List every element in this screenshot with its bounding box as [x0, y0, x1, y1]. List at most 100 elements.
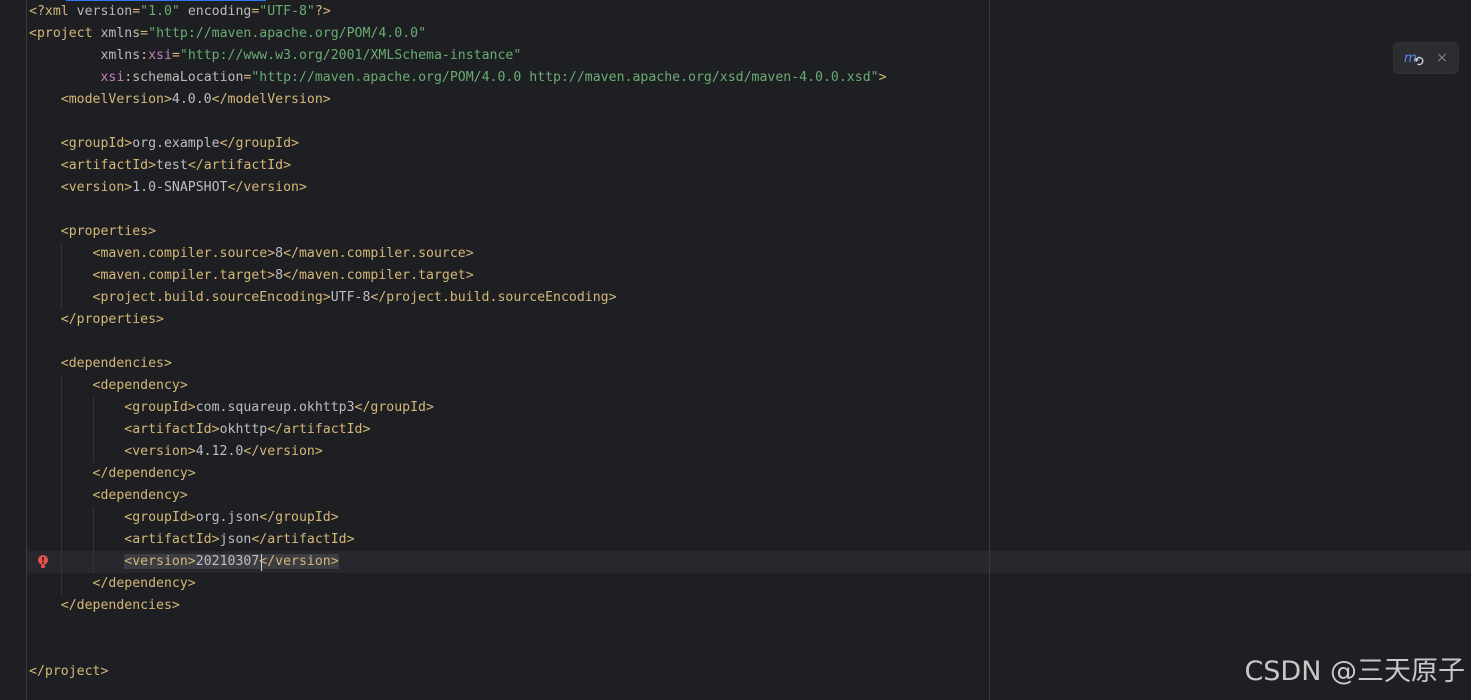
code-token: com.squareup.okhttp3	[195, 400, 355, 415]
code-token: <?xml	[29, 4, 77, 19]
code-token: >	[878, 70, 887, 85]
maven-reload-popup[interactable]: m ×	[1393, 42, 1459, 74]
code-token: </artifactId>	[187, 158, 292, 173]
code-token: 8	[275, 246, 284, 261]
code-token: <version>	[124, 554, 196, 569]
code-token: <properties>	[29, 224, 157, 239]
code-line[interactable]: <?xml version="1.0" encoding="UTF-8"?>	[29, 1, 887, 23]
code-line[interactable]: ​	[29, 199, 887, 221]
code-token: 4.0.0	[171, 92, 212, 107]
code-token: <version>	[29, 444, 196, 459]
code-token: </groupId>	[354, 400, 434, 415]
code-editor[interactable]: <?xml version="1.0" encoding="UTF-8"?> <p…	[0, 0, 1471, 700]
code-token: <groupId>	[29, 136, 133, 151]
watermark: CSDN @三天原子	[1244, 656, 1465, 687]
code-token: </modelVersion>	[211, 92, 331, 107]
code-token: </artifactId>	[267, 422, 371, 437]
code-token: test	[156, 158, 188, 173]
code-token: </groupId>	[259, 510, 339, 525]
code-token: UTF-8	[330, 290, 371, 305]
code-token: </properties>	[29, 312, 164, 327]
code-token: "1.0"	[140, 4, 180, 19]
code-token: 4.12.0	[195, 444, 244, 459]
code-token: version	[76, 4, 133, 19]
code-line[interactable]: </project>	[29, 661, 887, 683]
code-token: :	[140, 48, 149, 63]
code-line[interactable]: xmlns:xsi="http://www.w3.org/2001/XMLSch…	[29, 45, 887, 67]
gutter-divider	[26, 0, 27, 700]
code-line[interactable]: ​	[29, 639, 887, 661]
code-token: <dependencies>	[29, 356, 172, 371]
code-line[interactable]: <artifactId>json</artifactId>	[29, 529, 887, 551]
code-token: </dependency>	[29, 466, 196, 481]
code-line[interactable]: <dependency>	[29, 485, 887, 507]
code-line[interactable]: <maven.compiler.target>8</maven.compiler…	[29, 265, 887, 287]
code-token: =	[140, 26, 149, 41]
code-token: <artifactId>	[29, 422, 220, 437]
text-caret	[261, 554, 262, 571]
code-token: <project	[29, 26, 101, 41]
code-token: xsi	[148, 48, 172, 63]
code-token: <artifactId>	[29, 158, 157, 173]
code-line[interactable]: <project xmlns="http://maven.apache.org/…	[29, 23, 887, 45]
code-line[interactable]: xsi:schemaLocation="http://maven.apache.…	[29, 67, 887, 89]
code-token: json	[219, 532, 252, 547]
code-token: org.example	[132, 136, 220, 151]
code-line[interactable]: <artifactId>okhttp</artifactId>	[29, 419, 887, 441]
editor-gutter[interactable]	[0, 0, 26, 700]
code-token: 8	[275, 268, 284, 283]
code-line[interactable]: <version>1.0-SNAPSHOT</version>	[29, 177, 887, 199]
code-token: xmlns	[29, 48, 141, 63]
code-line[interactable]: </dependency>	[29, 573, 887, 595]
code-line[interactable]: <modelVersion>4.0.0</modelVersion>	[29, 89, 887, 111]
code-token: "http://maven.apache.org/POM/4.0.0 http:…	[251, 70, 879, 85]
code-line[interactable]: ​	[29, 617, 887, 639]
code-token: </dependency>	[29, 576, 196, 591]
code-token: <maven.compiler.source>	[29, 246, 276, 261]
code-token: 20210307	[195, 554, 260, 569]
code-line[interactable]: <project.build.sourceEncoding>UTF-8</pro…	[29, 287, 887, 309]
right-margin-guide	[989, 0, 990, 700]
code-line[interactable]: <properties>	[29, 221, 887, 243]
code-line[interactable]: <version>4.12.0</version>	[29, 441, 887, 463]
code-token: </maven.compiler.source>	[283, 246, 474, 261]
code-token: <maven.compiler.target>	[29, 268, 276, 283]
code-token: =	[171, 48, 180, 63]
code-line[interactable]: <dependencies>	[29, 353, 887, 375]
code-token: </version>	[227, 180, 307, 195]
code-line[interactable]: </dependencies>	[29, 595, 887, 617]
code-token: encoding	[179, 4, 252, 19]
code-token: </dependencies>	[29, 598, 180, 613]
code-token: </artifactId>	[251, 532, 355, 547]
code-token: schemaLocation	[132, 70, 244, 85]
code-token: <dependency>	[29, 378, 188, 393]
code-token: </groupId>	[219, 136, 299, 151]
code-line[interactable]: <groupId>org.json</groupId>	[29, 507, 887, 529]
code-line[interactable]: </dependency>	[29, 463, 887, 485]
code-line[interactable]: <dependency>	[29, 375, 887, 397]
code-token: </version>	[243, 444, 323, 459]
code-token: <groupId>	[29, 510, 196, 525]
code-token: "http://maven.apache.org/POM/4.0.0"	[148, 26, 427, 41]
code-content[interactable]: <?xml version="1.0" encoding="UTF-8"?> <p…	[29, 1, 887, 683]
code-line[interactable]: </properties>	[29, 309, 887, 331]
svg-text:m: m	[1404, 51, 1417, 66]
code-line[interactable]: <groupId>com.squareup.okhttp3</groupId>	[29, 397, 887, 419]
code-line[interactable]: <version>20210307</version>	[29, 551, 887, 573]
code-line[interactable]: <artifactId>test</artifactId>	[29, 155, 887, 177]
code-line[interactable]: ​	[29, 111, 887, 133]
code-token: <version>	[29, 180, 133, 195]
code-line[interactable]: <groupId>org.example</groupId>	[29, 133, 887, 155]
code-token: <dependency>	[29, 488, 188, 503]
code-line[interactable]: ​	[29, 331, 887, 353]
code-token: xmlns	[100, 26, 141, 41]
close-icon[interactable]: ×	[1434, 48, 1450, 68]
code-line[interactable]: <maven.compiler.source>8</maven.compiler…	[29, 243, 887, 265]
code-token: =	[132, 4, 141, 19]
code-token: <groupId>	[29, 400, 196, 415]
code-token: </project.build.sourceEncoding>	[370, 290, 617, 305]
maven-reload-icon[interactable]: m	[1404, 50, 1424, 68]
code-token: xsi	[29, 70, 125, 85]
error-bulb-icon[interactable]	[36, 554, 50, 570]
code-token: <artifactId>	[29, 532, 220, 547]
